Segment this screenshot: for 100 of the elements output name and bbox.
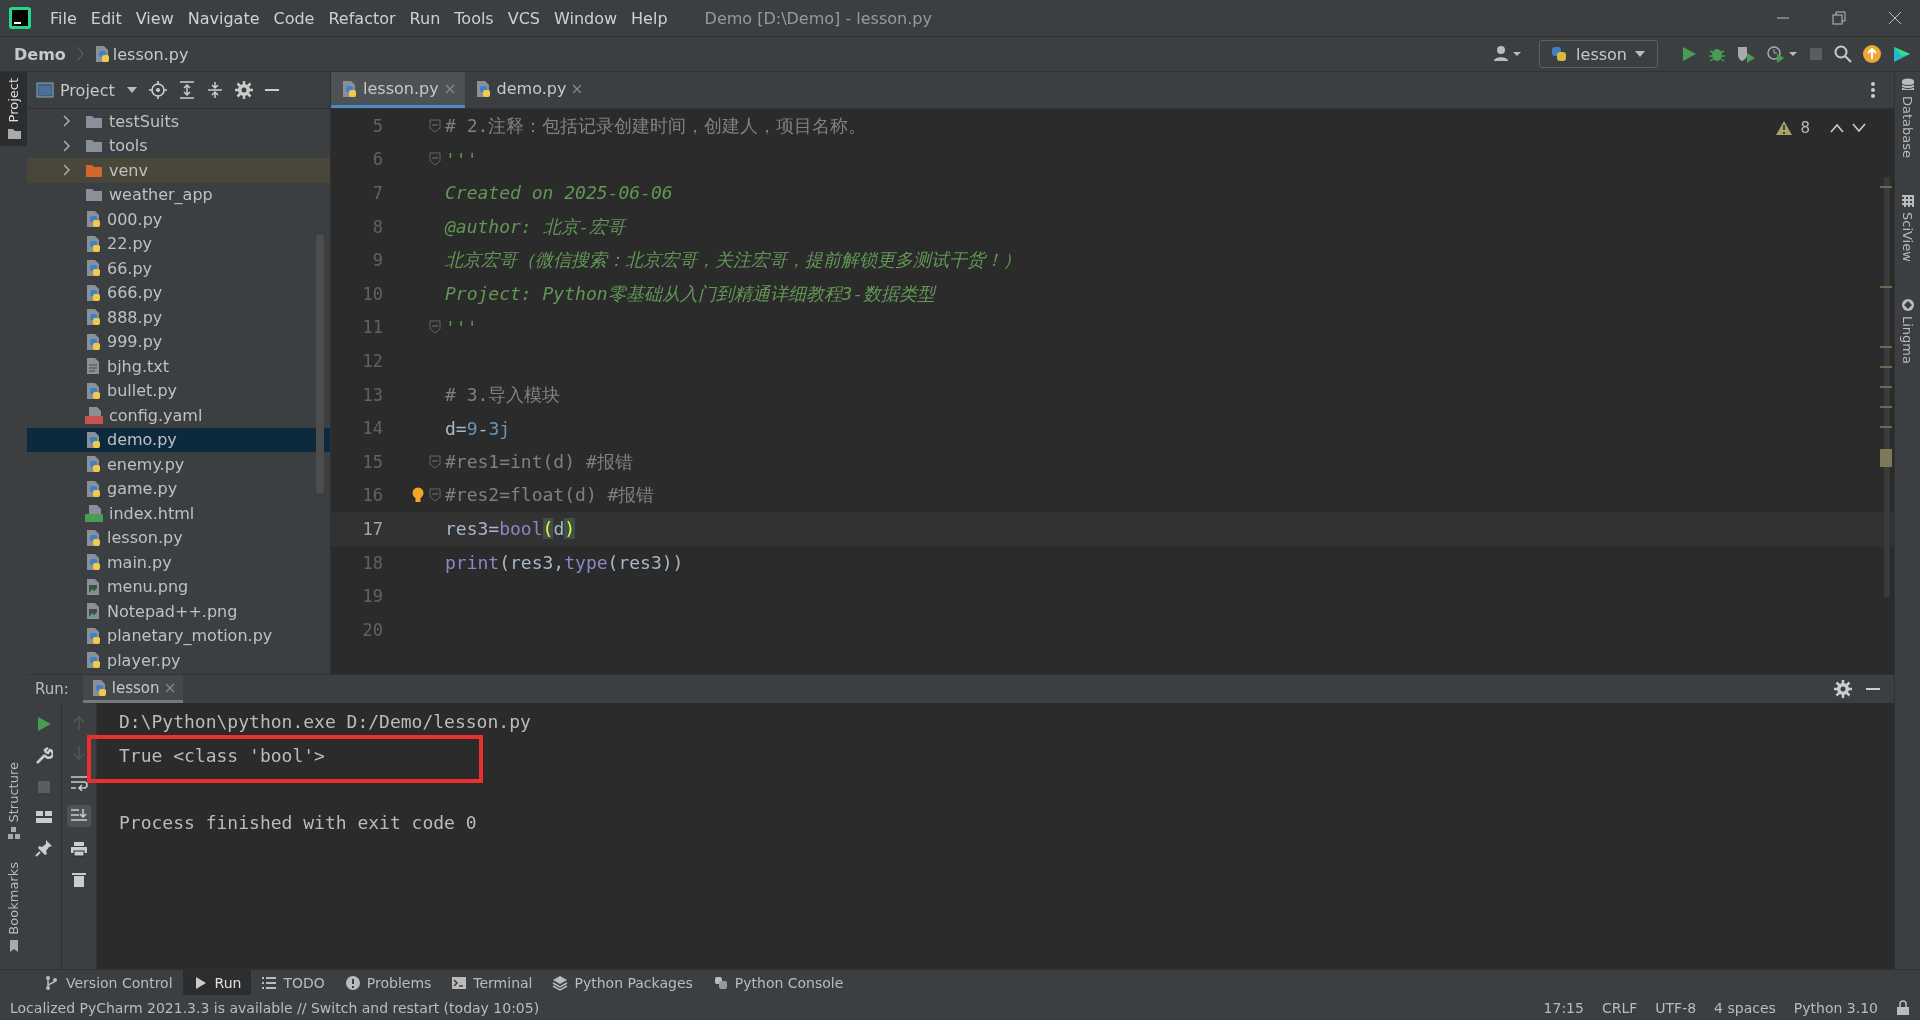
menu-item[interactable]: Navigate bbox=[180, 8, 267, 28]
tree-item[interactable]: 000.py bbox=[27, 207, 330, 232]
tree-item[interactable]: tools bbox=[27, 133, 330, 158]
expand-all-icon[interactable] bbox=[178, 81, 195, 99]
settings-icon[interactable] bbox=[234, 81, 253, 99]
settings-icon[interactable] bbox=[1834, 680, 1852, 698]
tree-item[interactable]: lesson.py bbox=[27, 525, 330, 550]
menu-item[interactable]: File bbox=[43, 8, 84, 28]
tool-window-tab[interactable]: Python Packages bbox=[542, 970, 703, 995]
fold-marker-icon[interactable] bbox=[429, 152, 441, 167]
tool-window-tab[interactable]: Run bbox=[182, 970, 252, 995]
collapse-all-icon[interactable] bbox=[206, 81, 223, 99]
menu-item[interactable]: Help bbox=[624, 8, 675, 28]
restore-icon[interactable] bbox=[1832, 11, 1846, 25]
menu-item[interactable]: Refactor bbox=[321, 8, 403, 28]
search-icon[interactable] bbox=[1834, 45, 1852, 63]
tool-window-button[interactable]: Structure bbox=[0, 755, 27, 847]
scrollbar-thumb[interactable] bbox=[316, 234, 324, 494]
soft-wrap-icon[interactable] bbox=[70, 775, 88, 791]
run-configuration-dropdown[interactable]: lesson bbox=[1539, 40, 1658, 68]
tree-item[interactable]: weather_app bbox=[27, 182, 330, 207]
tree-item[interactable]: testSuits bbox=[27, 109, 330, 134]
more-icon[interactable] bbox=[1870, 81, 1876, 99]
fold-marker-icon[interactable] bbox=[429, 320, 441, 335]
tool-window-tab[interactable]: Problems bbox=[334, 970, 442, 995]
close-icon[interactable] bbox=[164, 682, 175, 693]
tree-item[interactable]: enemy.py bbox=[27, 452, 330, 477]
menu-item[interactable]: Window bbox=[547, 8, 625, 28]
fold-marker-icon[interactable] bbox=[429, 118, 441, 133]
breadcrumb-item[interactable]: lesson.py bbox=[93, 44, 189, 64]
shield-run-icon[interactable] bbox=[1736, 45, 1756, 63]
tree-item[interactable]: bullet.py bbox=[27, 378, 330, 403]
lock-icon[interactable] bbox=[1896, 999, 1910, 1016]
run-icon[interactable] bbox=[35, 715, 53, 733]
chevron-up-icon[interactable] bbox=[1830, 123, 1844, 133]
tool-window-tab[interactable]: Python Console bbox=[702, 970, 854, 995]
status-item[interactable]: 17:15 bbox=[1543, 999, 1584, 1016]
status-message[interactable]: Localized PyCharm 2021.3.3 is available // Switch and restart (today 10:05) bbox=[10, 999, 540, 1016]
tree-item[interactable]: player.py bbox=[27, 648, 330, 673]
tree-item[interactable]: 666.py bbox=[27, 280, 330, 305]
tool-window-button[interactable]: SciView bbox=[1895, 188, 1920, 268]
status-item[interactable]: 4 spaces bbox=[1714, 999, 1776, 1016]
clock-run-icon[interactable] bbox=[1766, 45, 1798, 63]
lightbulb-icon[interactable] bbox=[411, 487, 425, 504]
layout-icon[interactable] bbox=[35, 809, 53, 825]
warning-count[interactable]: 8 bbox=[1800, 119, 1810, 137]
menu-item[interactable]: Code bbox=[266, 8, 322, 28]
status-item[interactable]: CRLF bbox=[1601, 999, 1638, 1016]
user-icon[interactable] bbox=[1493, 45, 1524, 63]
wrench-icon[interactable] bbox=[35, 747, 53, 765]
tool-window-button[interactable]: Project bbox=[0, 72, 27, 147]
tree-item[interactable]: venv bbox=[27, 158, 330, 183]
caret-icon[interactable] bbox=[126, 86, 137, 94]
close-icon[interactable] bbox=[572, 83, 583, 94]
tool-window-tab[interactable]: TODO bbox=[251, 970, 335, 995]
chevron-down-icon[interactable] bbox=[1852, 123, 1866, 133]
panel-title[interactable]: Project bbox=[60, 80, 115, 100]
tree-item[interactable]: config.yaml bbox=[27, 403, 330, 428]
run-session-tab[interactable]: lesson bbox=[82, 675, 183, 703]
editor-tab[interactable]: demo.py bbox=[464, 72, 593, 108]
tree-item[interactable]: Notepad++.png bbox=[27, 599, 330, 624]
tool-window-tab[interactable]: Version Control bbox=[34, 970, 183, 995]
chevron-right-icon[interactable] bbox=[61, 115, 71, 128]
tool-window-button[interactable]: Lingma bbox=[1895, 291, 1920, 370]
tree-item[interactable]: main.py bbox=[27, 550, 330, 575]
locate-icon[interactable] bbox=[148, 81, 167, 99]
menu-item[interactable]: Edit bbox=[83, 8, 129, 28]
menu-item[interactable]: Run bbox=[402, 8, 448, 28]
update-icon[interactable] bbox=[1862, 44, 1882, 64]
tree-item[interactable]: 66.py bbox=[27, 256, 330, 281]
menu-item[interactable]: VCS bbox=[500, 8, 547, 28]
fold-marker-icon[interactable] bbox=[429, 488, 441, 503]
run-icon[interactable] bbox=[1680, 45, 1698, 63]
scroll-to-end-icon[interactable] bbox=[67, 805, 91, 827]
tree-item[interactable]: demo.py bbox=[27, 427, 330, 452]
print-icon[interactable] bbox=[70, 841, 88, 857]
close-icon[interactable] bbox=[1888, 11, 1902, 25]
tool-window-button[interactable]: Database bbox=[1895, 72, 1920, 165]
tree-item[interactable]: 888.py bbox=[27, 305, 330, 330]
tree-item[interactable]: 22.py bbox=[27, 231, 330, 256]
tree-item[interactable]: 999.py bbox=[27, 329, 330, 354]
editor-tab[interactable]: lesson.py bbox=[331, 72, 465, 108]
tool-window-tab[interactable]: Terminal bbox=[441, 970, 543, 995]
tree-item[interactable]: menu.png bbox=[27, 574, 330, 599]
chevron-right-icon[interactable] bbox=[61, 139, 71, 152]
tree-item[interactable]: index.html bbox=[27, 501, 330, 526]
status-item[interactable]: Python 3.10 bbox=[1793, 999, 1878, 1016]
tree-item[interactable]: bjhg.txt bbox=[27, 354, 330, 379]
tree-item[interactable]: planetary_motion.py bbox=[27, 623, 330, 648]
pin-icon[interactable] bbox=[35, 839, 53, 857]
fold-marker-icon[interactable] bbox=[429, 454, 441, 469]
tree-item[interactable]: game.py bbox=[27, 476, 330, 501]
status-item[interactable]: UTF-8 bbox=[1655, 999, 1697, 1016]
breadcrumb-item[interactable]: Demo bbox=[14, 44, 66, 64]
plugin-logo-icon[interactable] bbox=[1892, 44, 1912, 64]
menu-item[interactable]: Tools bbox=[447, 8, 501, 28]
trash-icon[interactable] bbox=[72, 871, 86, 887]
tool-window-button[interactable]: Bookmarks bbox=[0, 856, 27, 959]
menu-item[interactable]: View bbox=[128, 8, 181, 28]
chevron-right-icon[interactable] bbox=[61, 164, 71, 177]
